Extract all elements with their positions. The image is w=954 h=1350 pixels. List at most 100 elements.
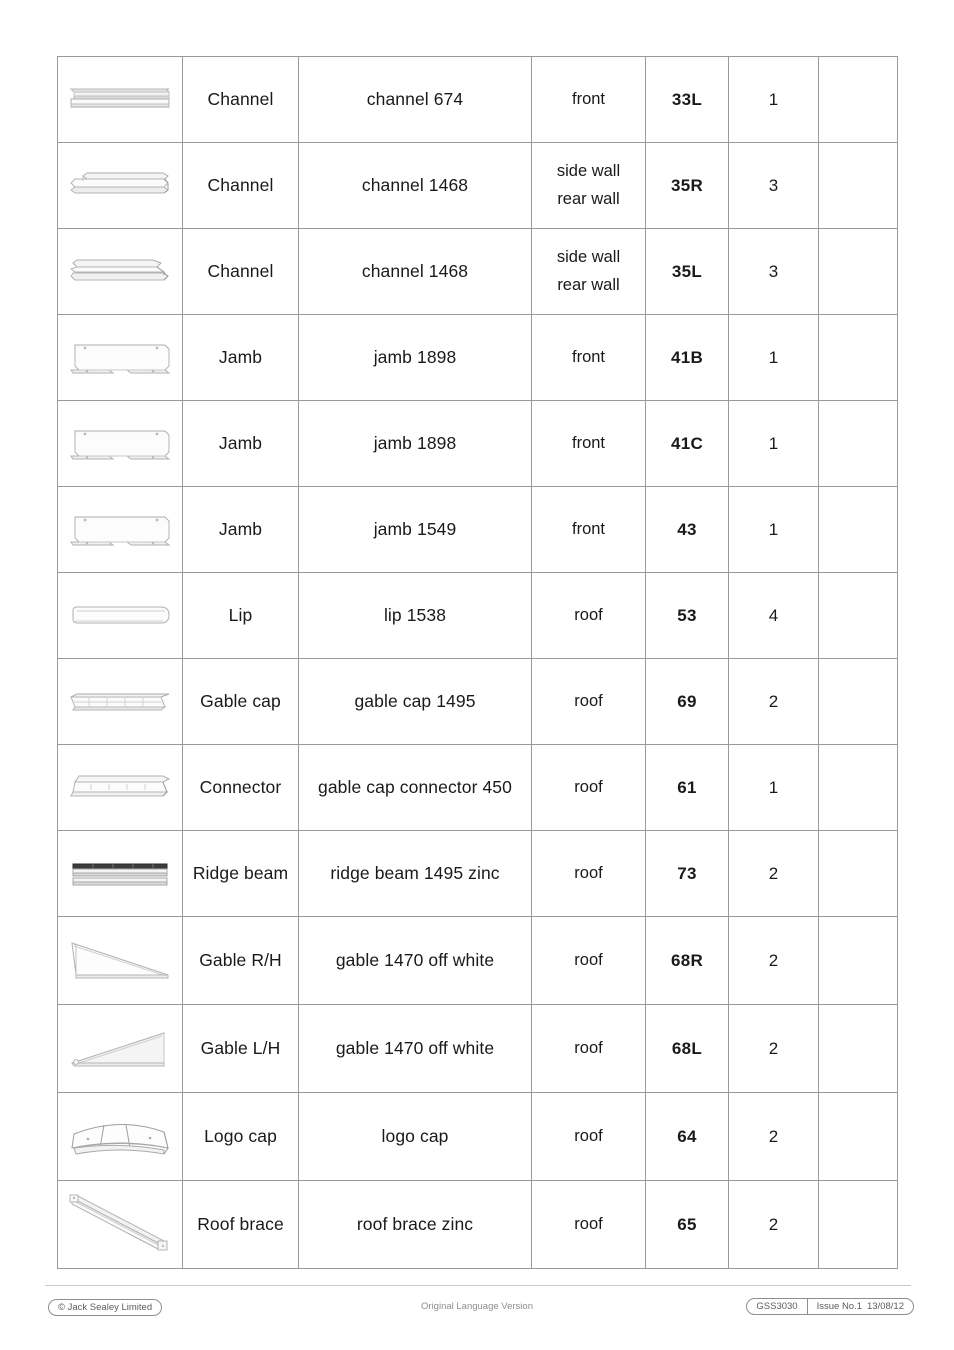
- part-image-cell: [57, 314, 183, 401]
- part-image-cell: [57, 1180, 183, 1269]
- location-line: roof: [574, 1214, 603, 1233]
- part-description: gable 1470 off white: [298, 916, 532, 1005]
- part-notes: [818, 142, 898, 229]
- document-page: Channel channel 674 front 33L 1 Channel …: [0, 0, 954, 1350]
- jamb-1898-b-profile-icon: [58, 333, 182, 383]
- part-quantity: 1: [728, 744, 819, 831]
- part-quantity: 2: [728, 1004, 819, 1093]
- table-row: Channel channel 674 front 33L 1: [57, 56, 898, 143]
- part-image-cell: [57, 56, 183, 143]
- part-ref: 33L: [645, 56, 729, 143]
- part-description: gable cap 1495: [298, 658, 532, 745]
- channel-1468-right-profile-drawing: [70, 172, 169, 193]
- table-row: Gable cap gable cap 1495 roof 69 2: [57, 658, 898, 745]
- part-location: side wall rear wall: [531, 142, 646, 229]
- table-row: Jamb jamb 1549 front 43 1: [57, 486, 898, 573]
- part-location: front: [531, 56, 646, 143]
- part-notes: [818, 916, 898, 1005]
- part-description: channel 1468: [298, 228, 532, 315]
- part-description: roof brace zinc: [298, 1180, 532, 1269]
- part-image-cell: [57, 1004, 183, 1093]
- part-type: Ridge beam: [182, 830, 299, 917]
- part-location: roof: [531, 1180, 646, 1269]
- part-quantity: 2: [728, 1092, 819, 1181]
- part-type: Channel: [182, 142, 299, 229]
- gable-cap-connector-450-profile-drawing: [70, 775, 171, 796]
- table-row: Ridge beam ridge beam 1495 zinc roof 73 …: [57, 830, 898, 917]
- part-quantity: 4: [728, 572, 819, 659]
- part-type: Roof brace: [182, 1180, 299, 1269]
- location-line: rear wall: [557, 275, 620, 294]
- part-description: channel 1468: [298, 142, 532, 229]
- part-ref: 41C: [645, 400, 729, 487]
- part-ref: 35R: [645, 142, 729, 229]
- table-row: Channel channel 1468 side wall rear wall…: [57, 142, 898, 229]
- channel-1468-left-profile-icon: [58, 249, 182, 295]
- location-line: front: [571, 89, 606, 108]
- part-ref: 53: [645, 572, 729, 659]
- part-ref: 69: [645, 658, 729, 745]
- location-line: front: [571, 347, 606, 366]
- table-row: Channel channel 1468 side wall rear wall…: [57, 228, 898, 315]
- part-type: Gable cap: [182, 658, 299, 745]
- part-ref: 35L: [645, 228, 729, 315]
- part-notes: [818, 658, 898, 745]
- part-description: jamb 1898: [298, 400, 532, 487]
- part-location: roof: [531, 1004, 646, 1093]
- part-description: channel 674: [298, 56, 532, 143]
- table-row: Gable L/H gable 1470 off white roof 68L …: [57, 1004, 898, 1093]
- part-quantity: 1: [728, 314, 819, 401]
- part-quantity: 2: [728, 1180, 819, 1269]
- roof-brace-zinc-bar-icon: [58, 1190, 182, 1260]
- document-issue: Issue No.1: [806, 1299, 871, 1314]
- part-image-cell: [57, 744, 183, 831]
- part-location: front: [531, 486, 646, 573]
- part-description: ridge beam 1495 zinc: [298, 830, 532, 917]
- part-location: front: [531, 400, 646, 487]
- location-line: front: [571, 519, 606, 538]
- jamb-1898-b-profile-drawing: [70, 344, 171, 373]
- channel-1468-right-profile-icon: [58, 163, 182, 209]
- location-line: side wall: [556, 162, 621, 181]
- part-quantity: 2: [728, 830, 819, 917]
- part-quantity: 3: [728, 142, 819, 229]
- part-ref: 65: [645, 1180, 729, 1269]
- table-row: Jamb jamb 1898 front 41B 1: [57, 314, 898, 401]
- part-image-cell: [57, 142, 183, 229]
- part-type: Channel: [182, 56, 299, 143]
- part-ref: 43: [645, 486, 729, 573]
- part-notes: [818, 1092, 898, 1181]
- part-type: Lip: [182, 572, 299, 659]
- part-image-cell: [57, 1092, 183, 1181]
- part-location: roof: [531, 658, 646, 745]
- location-line: roof: [574, 777, 603, 796]
- location-line: roof: [574, 1038, 603, 1057]
- jamb-1898-c-profile-icon: [58, 419, 182, 469]
- part-ref: 68R: [645, 916, 729, 1005]
- part-notes: [818, 314, 898, 401]
- jamb-1549-profile-icon: [58, 505, 182, 555]
- part-location: side wall rear wall: [531, 228, 646, 315]
- part-description: gable cap connector 450: [298, 744, 532, 831]
- part-notes: [818, 572, 898, 659]
- gable-cap-1495-profile-icon: [58, 681, 182, 723]
- part-location: roof: [531, 744, 646, 831]
- table-row: Roof brace roof brace zinc roof 65 2: [57, 1180, 898, 1269]
- part-image-cell: [57, 486, 183, 573]
- part-location: roof: [531, 830, 646, 917]
- document-reference-badge: GSS3030 Issue No.1 13/08/12: [746, 1298, 914, 1315]
- part-description: lip 1538: [298, 572, 532, 659]
- part-quantity: 3: [728, 228, 819, 315]
- part-notes: [818, 744, 898, 831]
- part-type: Gable R/H: [182, 916, 299, 1005]
- location-line: roof: [574, 691, 603, 710]
- jamb-1549-profile-drawing: [70, 516, 171, 545]
- location-line: roof: [574, 1126, 603, 1145]
- part-ref: 73: [645, 830, 729, 917]
- part-type: Channel: [182, 228, 299, 315]
- channel-1468-left-profile-drawing: [69, 259, 169, 280]
- channel-674-profile-drawing: [69, 88, 171, 107]
- location-line: roof: [574, 605, 603, 624]
- lip-1538-profile-drawing: [72, 606, 170, 623]
- parts-table: Channel channel 674 front 33L 1 Channel …: [57, 56, 898, 1269]
